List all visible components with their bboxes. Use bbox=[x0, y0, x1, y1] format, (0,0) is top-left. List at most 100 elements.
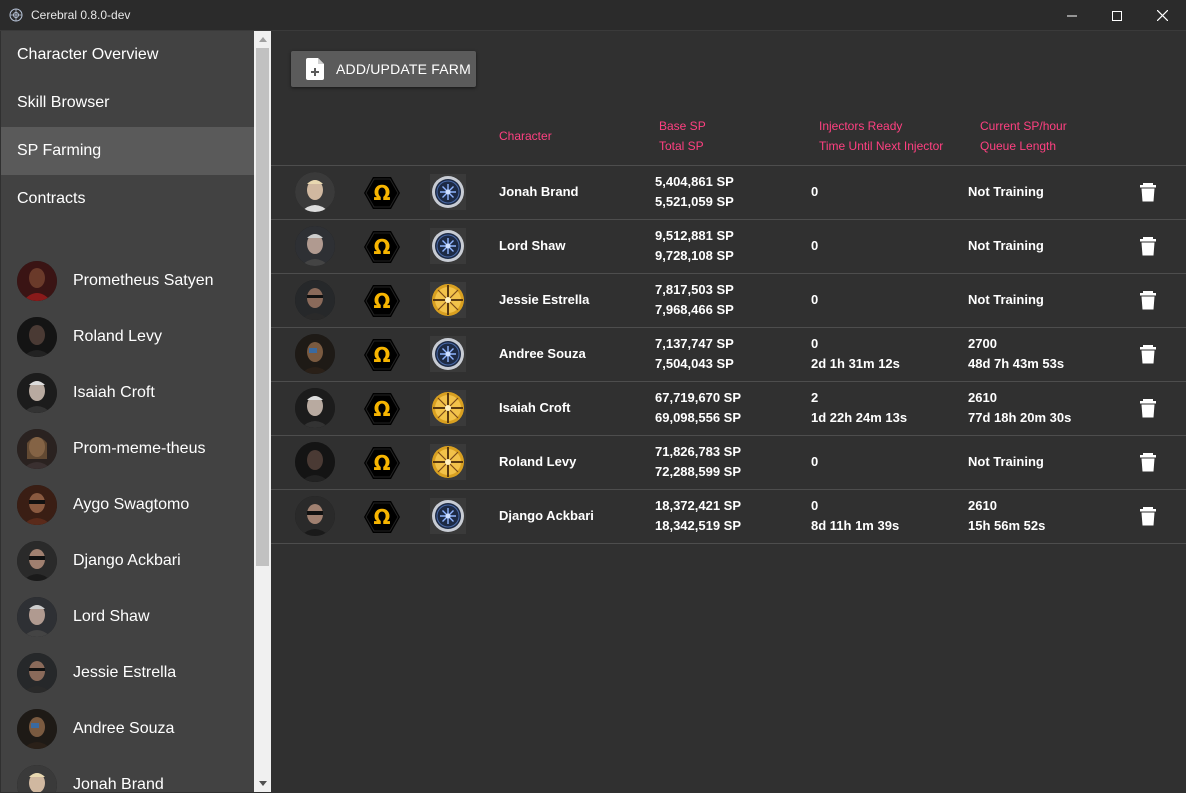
title-bar: Cerebral 0.8.0-dev bbox=[0, 0, 1186, 31]
total-sp: 72,288,599 SP bbox=[655, 464, 742, 479]
total-sp: 7,968,466 SP bbox=[655, 302, 734, 317]
character-name: Prometheus Satyen bbox=[73, 272, 214, 289]
sidebar-character-prom-meme-theus[interactable]: Prom-meme-theus bbox=[1, 421, 254, 477]
scroll-up-button[interactable] bbox=[254, 31, 271, 48]
svg-text:Ω: Ω bbox=[373, 289, 390, 313]
table-row: Ω Andree Souza 7,137,747 SP 7,504,043 SP 0 2d… bbox=[271, 328, 1186, 382]
blue-implant-icon bbox=[430, 174, 466, 210]
delete-icon[interactable] bbox=[1138, 182, 1158, 202]
current-sp-hour: 2700 bbox=[968, 336, 997, 351]
delete-icon[interactable] bbox=[1138, 344, 1158, 364]
svg-text:Ω: Ω bbox=[373, 235, 390, 259]
avatar bbox=[17, 317, 57, 357]
blue-implant-icon bbox=[430, 228, 466, 264]
character-name: Andree Souza bbox=[499, 346, 586, 361]
table-row: Ω Roland Levy 71,826,783 SP 72,288,599 SP 0 N… bbox=[271, 436, 1186, 490]
total-sp: 18,342,519 SP bbox=[655, 518, 742, 533]
injectors-ready: 0 bbox=[811, 498, 819, 513]
add-update-farm-label: ADD/UPDATE FARM bbox=[336, 61, 471, 77]
delete-icon[interactable] bbox=[1138, 236, 1158, 256]
svg-text:Ω: Ω bbox=[373, 451, 390, 475]
total-sp: 7,504,043 SP bbox=[655, 356, 734, 371]
avatar bbox=[17, 709, 57, 749]
avatar bbox=[295, 226, 335, 266]
avatar bbox=[17, 429, 57, 469]
character-name: Roland Levy bbox=[499, 454, 577, 469]
injectors-ready: 0 bbox=[811, 454, 819, 469]
avatar bbox=[295, 442, 335, 482]
nav-skill-browser[interactable]: Skill Browser bbox=[1, 79, 254, 127]
omega-clone-icon: Ω bbox=[364, 229, 400, 265]
character-name: Isaiah Croft bbox=[499, 400, 571, 415]
time-until-next-injector: 8d 11h 1m 39s bbox=[811, 518, 900, 533]
minimize-button[interactable] bbox=[1049, 0, 1095, 31]
sidebar-character-roland-levy[interactable]: Roland Levy bbox=[1, 309, 254, 365]
avatar bbox=[17, 653, 57, 693]
time-until-next-injector: 1d 22h 24m 13s bbox=[811, 410, 908, 425]
avatar bbox=[295, 172, 335, 212]
close-button[interactable] bbox=[1139, 0, 1185, 31]
close-icon bbox=[1156, 10, 1168, 21]
chevron-up-icon bbox=[258, 37, 267, 42]
table-row: Ω Jessie Estrella 7,817,503 SP 7,968,466 SP… bbox=[271, 274, 1186, 328]
sidebar-character-jonah-brand[interactable]: Jonah Brand bbox=[1, 757, 254, 792]
farm-table: Character Base SP Total SP Injectors Rea… bbox=[271, 105, 1186, 544]
character-name: Jessie Estrella bbox=[499, 292, 590, 307]
current-sp-hour: Not Training bbox=[968, 454, 1044, 469]
sidebar-character-andree-souza[interactable]: Andree Souza bbox=[1, 701, 254, 757]
header-injectors-ready: Injectors Ready bbox=[819, 119, 903, 133]
delete-icon[interactable] bbox=[1138, 506, 1158, 526]
nav-contracts[interactable]: Contracts bbox=[1, 175, 254, 223]
omega-clone-icon: Ω bbox=[364, 175, 400, 211]
scroll-thumb[interactable] bbox=[256, 48, 269, 566]
scroll-down-button[interactable] bbox=[254, 775, 271, 792]
svg-text:Ω: Ω bbox=[373, 343, 390, 367]
sidebar-character-django-ackbari[interactable]: Django Ackbari bbox=[1, 533, 254, 589]
omega-clone-icon: Ω bbox=[364, 337, 400, 373]
app-icon bbox=[9, 8, 23, 22]
avatar bbox=[17, 765, 57, 792]
table-body: Ω Jonah Brand 5,404,861 SP 5,521,059 SP 0 Not… bbox=[271, 166, 1186, 544]
queue-length: 15h 56m 52s bbox=[968, 518, 1046, 533]
header-current-sp-hour: Current SP/hour bbox=[980, 119, 1067, 133]
character-name: Lord Shaw bbox=[73, 608, 150, 625]
base-sp: 18,372,421 SP bbox=[655, 498, 742, 513]
sidebar: Character Overview Skill Browser SP Farm… bbox=[1, 31, 254, 792]
table-row: Ω Jonah Brand 5,404,861 SP 5,521,059 SP 0 Not… bbox=[271, 166, 1186, 220]
sidebar-character-aygo-swagtomo[interactable]: Aygo Swagtomo bbox=[1, 477, 254, 533]
avatar bbox=[295, 388, 335, 428]
current-sp-hour: 2610 bbox=[968, 498, 997, 513]
sidebar-scrollbar[interactable] bbox=[254, 31, 271, 792]
svg-text:Ω: Ω bbox=[373, 505, 390, 529]
gold-implant-icon bbox=[430, 390, 466, 426]
delete-icon[interactable] bbox=[1138, 398, 1158, 418]
table-row: Ω Lord Shaw 9,512,881 SP 9,728,108 SP 0 Not T… bbox=[271, 220, 1186, 274]
omega-clone-icon: Ω bbox=[364, 391, 400, 427]
header-time-until-next-injector: Time Until Next Injector bbox=[819, 139, 944, 153]
character-name: Lord Shaw bbox=[499, 238, 566, 253]
base-sp: 7,817,503 SP bbox=[655, 282, 734, 297]
header-queue-length: Queue Length bbox=[980, 139, 1057, 153]
delete-icon[interactable] bbox=[1138, 452, 1158, 472]
character-name: Aygo Swagtomo bbox=[73, 496, 190, 513]
header-total-sp: Total SP bbox=[659, 139, 704, 153]
add-update-farm-button[interactable]: ADD/UPDATE FARM bbox=[291, 51, 476, 87]
maximize-button[interactable] bbox=[1094, 0, 1140, 31]
header-base-sp: Base SP bbox=[659, 119, 706, 133]
sidebar-character-jessie-estrella[interactable]: Jessie Estrella bbox=[1, 645, 254, 701]
nav-character-overview[interactable]: Character Overview bbox=[1, 31, 254, 79]
sidebar-character-lord-shaw[interactable]: Lord Shaw bbox=[1, 589, 254, 645]
character-name: Roland Levy bbox=[73, 328, 162, 345]
nav-sp-farming[interactable]: SP Farming bbox=[1, 127, 254, 175]
character-name: Jessie Estrella bbox=[73, 664, 177, 681]
avatar bbox=[17, 597, 57, 637]
character-name: Isaiah Croft bbox=[73, 384, 155, 401]
table-header: Character Base SP Total SP Injectors Rea… bbox=[271, 105, 1186, 166]
delete-icon[interactable] bbox=[1138, 290, 1158, 310]
injectors-ready: 0 bbox=[811, 336, 819, 351]
avatar bbox=[17, 485, 57, 525]
sidebar-character-prometheus-satyen[interactable]: Prometheus Satyen bbox=[1, 253, 254, 309]
nav-label: SP Farming bbox=[17, 142, 102, 159]
base-sp: 9,512,881 SP bbox=[655, 228, 734, 243]
sidebar-character-isaiah-croft[interactable]: Isaiah Croft bbox=[1, 365, 254, 421]
